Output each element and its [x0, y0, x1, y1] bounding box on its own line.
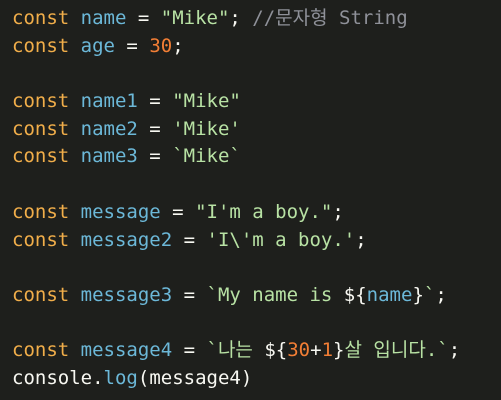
code-line[interactable]: const name1 = "Mike" — [12, 88, 501, 116]
code-line[interactable]: const message2 = 'I\'m a boy.'; — [12, 227, 501, 255]
code-token: ; — [448, 339, 461, 362]
code-token: "I'm a boy." — [195, 200, 333, 223]
code-token: console — [12, 366, 93, 389]
code-token: . — [92, 366, 104, 389]
code-token: age — [80, 34, 115, 57]
blank-line[interactable] — [12, 310, 501, 338]
code-token: = — [137, 117, 173, 140]
code-token: name — [366, 283, 413, 306]
code-token: = — [137, 90, 173, 113]
code-line[interactable]: const message4 = `나는 ${30+1}살 입니다.`; — [12, 337, 501, 365]
code-token: const — [12, 283, 70, 306]
code-token: ; — [355, 228, 367, 251]
code-token: log — [103, 366, 138, 389]
code-line[interactable]: console.log(message4) — [12, 365, 501, 393]
code-token: 'Mike' — [172, 117, 241, 140]
code-token: const — [12, 90, 70, 113]
code-token: = — [160, 200, 196, 223]
code-token: ${ — [264, 339, 288, 362]
code-token: "Mike" — [172, 90, 241, 113]
code-editor[interactable]: const name = "Mike"; //문자형 String const a… — [0, 0, 501, 400]
code-token: const — [12, 117, 70, 140]
code-token: 1 — [321, 339, 334, 362]
code-token: 30 — [287, 339, 311, 362]
code-token: const — [12, 7, 70, 29]
code-line[interactable]: const name = "Mike"; //문자형 String — [12, 5, 501, 33]
code-token: message2 — [80, 228, 173, 251]
code-token: "Mike" — [160, 7, 230, 29]
code-line[interactable]: const message3 = `My name is ${name}`; — [12, 282, 501, 310]
code-token: ` — [423, 283, 436, 306]
code-token: 30 — [149, 34, 173, 57]
code-token: ${ — [343, 283, 367, 306]
code-token: const — [12, 34, 70, 57]
code-token: + — [310, 339, 322, 362]
code-token: const — [12, 339, 70, 362]
code-line[interactable]: const message = "I'm a boy."; — [12, 199, 501, 227]
code-token: } — [333, 339, 345, 362]
code-token: message4 — [149, 366, 241, 389]
blank-line[interactable] — [12, 254, 501, 282]
code-token: ( — [137, 366, 150, 389]
code-token: 'I\'m a boy.' — [206, 228, 356, 251]
code-token: message — [80, 200, 161, 223]
code-token: ; — [172, 34, 184, 57]
code-token: = — [172, 283, 207, 306]
code-line[interactable]: const age = 30; — [12, 33, 501, 61]
code-token: name3 — [80, 145, 138, 168]
code-token: ; — [332, 200, 344, 223]
code-token: 살 입니다.` — [344, 339, 449, 362]
blank-line[interactable] — [12, 60, 501, 88]
code-token: //문자형 String — [252, 7, 408, 29]
code-token: name — [80, 7, 127, 29]
code-token: `나는 — [206, 339, 265, 362]
code-token: const — [12, 145, 70, 168]
code-token: const — [12, 228, 70, 251]
code-token: name2 — [80, 117, 138, 140]
code-token: ; — [435, 283, 447, 306]
code-token: = — [114, 34, 150, 57]
blank-line[interactable] — [12, 171, 501, 199]
code-line[interactable]: const name3 = `Mike` — [12, 143, 501, 171]
code-token: `Mike` — [172, 145, 241, 168]
code-token: = — [172, 339, 207, 362]
code-token: name1 — [80, 90, 138, 113]
code-token: ; — [229, 7, 253, 29]
code-token: } — [412, 283, 424, 306]
code-token: message3 — [80, 283, 173, 306]
code-token: `My name is — [206, 283, 344, 306]
code-token: ) — [240, 366, 253, 389]
code-token: message4 — [80, 339, 173, 362]
code-token: = — [137, 145, 173, 168]
code-token: = — [172, 228, 207, 251]
code-token: const — [12, 200, 70, 223]
code-token: = — [126, 7, 161, 29]
code-line[interactable]: const name2 = 'Mike' — [12, 116, 501, 144]
